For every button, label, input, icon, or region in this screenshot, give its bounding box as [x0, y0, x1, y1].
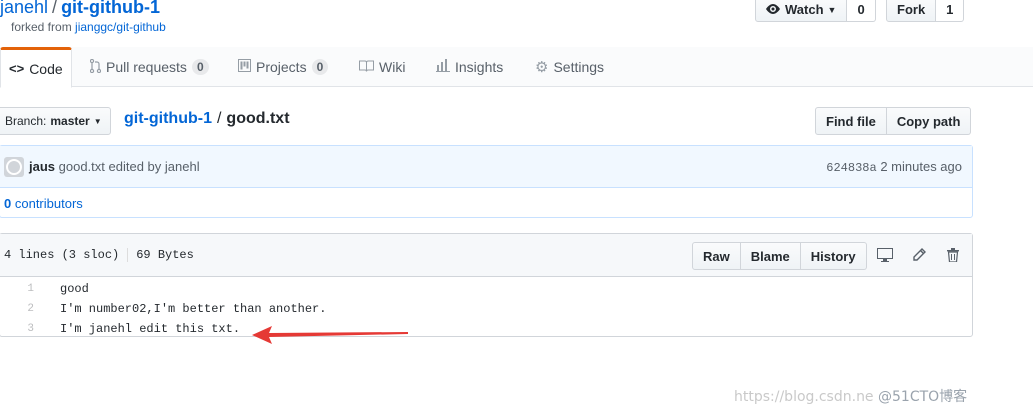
contributors-label: contributors — [14, 196, 83, 211]
find-file-button[interactable]: Find file — [815, 107, 887, 135]
chevron-down-icon: ▼ — [827, 4, 837, 15]
contributors-link[interactable]: 0 contributors — [4, 196, 83, 211]
gear-icon: ⚙ — [535, 59, 549, 76]
tab-code[interactable]: <> Code — [0, 47, 72, 88]
pull-request-icon — [89, 58, 102, 76]
repo-title-separator: / — [52, 0, 58, 17]
annotation-arrow — [252, 326, 408, 344]
code-body: 1 good 2 I'm number02,I'm better than an… — [0, 279, 972, 339]
tab-settings[interactable]: ⚙ Settings — [535, 47, 604, 87]
fork-group: Fork 1 — [886, 0, 965, 22]
forked-from-label: forked from — [11, 20, 72, 34]
file-size: 69 Bytes — [136, 248, 194, 263]
line-number[interactable]: 3 — [0, 323, 34, 335]
commit-meta: 624838a 2 minutes ago — [826, 159, 962, 175]
tab-insights[interactable]: Insights — [436, 47, 503, 87]
history-button[interactable]: History — [800, 242, 867, 270]
code-line: 3 I'm janehl edit this txt. — [0, 319, 972, 339]
line-content: I'm janehl edit this txt. — [60, 322, 241, 336]
commit-message: jaus good.txt edited by janehl — [29, 159, 200, 174]
code-line: 1 good — [0, 279, 972, 299]
branch-prefix: Branch: — [5, 114, 47, 128]
eye-icon — [766, 2, 780, 17]
commit-author[interactable]: jaus — [29, 159, 55, 174]
breadcrumb: git-github-1/good.txt — [124, 110, 290, 128]
file-lines-info: 4 lines (3 sloc) — [4, 248, 120, 263]
file-icon-actions — [876, 246, 962, 264]
code-line: 2 I'm number02,I'm better than another. — [0, 299, 972, 319]
commit-summary: jaus good.txt edited by janehl 624838a 2… — [0, 146, 972, 188]
repo-name-link[interactable]: git-github-1 — [61, 0, 160, 17]
watermark-url: https://blog.csdn.ne — [734, 389, 874, 405]
repo-header: janehl / git-github-1 forked from jianggc/… — [0, 0, 1033, 47]
avatar[interactable] — [4, 157, 24, 177]
pencil-icon[interactable] — [910, 246, 928, 264]
line-number[interactable]: 2 — [0, 303, 34, 315]
fork-label: Fork — [897, 2, 926, 17]
fork-button[interactable]: Fork — [886, 0, 937, 22]
tab-wiki[interactable]: Wiki — [359, 47, 405, 87]
tab-settings-label: Settings — [553, 59, 605, 75]
chevron-down-icon: ▼ — [93, 116, 102, 126]
branch-name: master — [50, 114, 90, 128]
line-number[interactable]: 1 — [0, 283, 34, 295]
repo-title: janehl / git-github-1 — [0, 0, 160, 18]
copy-path-button[interactable]: Copy path — [886, 107, 972, 135]
graph-icon — [436, 59, 450, 75]
watch-button[interactable]: Watch ▼ — [755, 0, 848, 22]
forked-from: forked from jianggc/git-github — [11, 20, 166, 34]
breadcrumb-separator: / — [216, 110, 222, 127]
desktop-icon[interactable] — [876, 246, 894, 264]
commit-sha[interactable]: 624838a — [826, 161, 876, 175]
pull-requests-count: 0 — [191, 59, 209, 75]
contributors-count: 0 — [4, 196, 12, 211]
tab-wiki-label: Wiki — [379, 59, 406, 75]
branch-selector[interactable]: Branch: master ▼ — [0, 107, 111, 135]
branch-button[interactable]: Branch: master ▼ — [0, 107, 111, 135]
file-info-divider — [127, 248, 129, 262]
file-actions: Raw Blame History — [692, 242, 867, 270]
tab-projects[interactable]: Projects 0 — [238, 47, 329, 87]
blame-button[interactable]: Blame — [740, 242, 801, 270]
breadcrumb-file: good.txt — [226, 110, 290, 127]
forked-source-link[interactable]: jianggc/git-github — [75, 20, 166, 34]
repo-owner-link[interactable]: janehl — [0, 0, 48, 17]
project-icon — [238, 59, 251, 75]
file-header: 4 lines (3 sloc) 69 Bytes Raw Blame Histo… — [0, 234, 972, 277]
file-info: 4 lines (3 sloc) 69 Bytes — [4, 248, 194, 262]
tab-pull-requests-label: Pull requests — [106, 59, 187, 75]
fork-count[interactable]: 1 — [936, 0, 965, 22]
watermark: https://blog.csdn.ne @51CTO博客 — [734, 386, 967, 406]
commit-tease: jaus good.txt edited by janehl 624838a 2… — [0, 145, 973, 218]
tab-code-label: Code — [29, 60, 63, 77]
book-icon — [359, 60, 374, 75]
watch-group: Watch ▼ 0 — [755, 0, 876, 22]
commit-time: 2 minutes ago — [880, 159, 962, 174]
line-content: I'm number02,I'm better than another. — [60, 302, 327, 316]
file-nav-buttons: Find file Copy path — [815, 107, 972, 135]
repo-nav-tabs: <> Code Pull requests 0 Projects 0 Wiki … — [0, 47, 1033, 88]
file-viewer: 4 lines (3 sloc) 69 Bytes Raw Blame Histo… — [0, 233, 973, 337]
tab-projects-label: Projects — [256, 59, 307, 75]
tab-pull-requests[interactable]: Pull requests 0 — [89, 47, 209, 87]
trash-icon[interactable] — [944, 246, 962, 264]
watermark-brand: @51CTO博客 — [878, 389, 968, 405]
code-icon: <> — [9, 61, 25, 76]
commit-message-text[interactable]: good.txt edited by janehl — [59, 159, 200, 174]
raw-button[interactable]: Raw — [692, 242, 741, 270]
watch-count[interactable]: 0 — [847, 0, 876, 22]
watch-label: Watch — [785, 2, 824, 17]
tab-insights-label: Insights — [455, 59, 504, 75]
line-content: good — [60, 282, 89, 296]
breadcrumb-repo-link[interactable]: git-github-1 — [124, 110, 212, 127]
projects-count: 0 — [311, 59, 329, 75]
